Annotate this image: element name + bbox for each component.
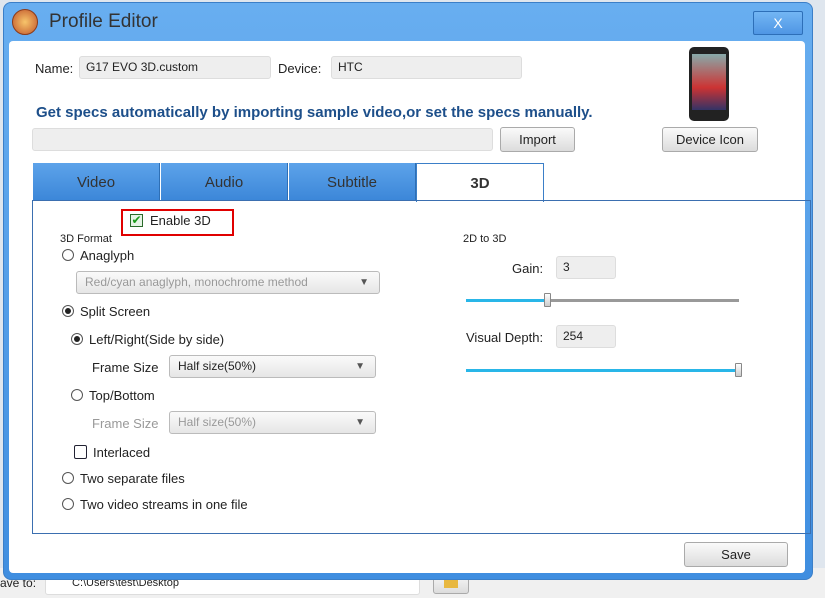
tb-frame-size-select[interactable]: Half size(50%) ▼: [169, 411, 376, 434]
device-label: Device:: [278, 61, 322, 76]
anaglyph-label: Anaglyph: [80, 248, 135, 263]
top-bottom-label: Top/Bottom: [89, 388, 155, 403]
left-right-radio[interactable]: [71, 333, 83, 345]
gain-label: Gain:: [512, 261, 544, 276]
import-button[interactable]: Import: [500, 127, 575, 152]
anaglyph-radio[interactable]: [62, 249, 74, 261]
visual-depth-slider[interactable]: [466, 363, 742, 377]
anaglyph-method-value: Red/cyan anaglyph, monochrome method: [85, 275, 308, 289]
gain-field[interactable]: 3: [556, 256, 616, 279]
interlaced-checkbox[interactable]: [74, 445, 87, 459]
gain-slider[interactable]: [466, 293, 739, 307]
name-field[interactable]: G17 EVO 3D.custom: [79, 56, 271, 79]
gain-slider-fill: [466, 299, 548, 302]
tb-frame-size-value: Half size(50%): [178, 415, 257, 429]
two-files-label: Two separate files: [80, 471, 185, 486]
lr-frame-size-label: Frame Size: [92, 360, 159, 375]
two-streams-radio[interactable]: [62, 498, 74, 510]
depth-slider-fill: [466, 369, 739, 372]
app-logo-icon: [12, 9, 38, 35]
top-bottom-radio[interactable]: [71, 389, 83, 401]
import-headline: Get specs automatically by importing sam…: [36, 104, 593, 121]
gain-slider-thumb[interactable]: [543, 293, 551, 307]
device-field[interactable]: HTC: [331, 56, 522, 79]
left-right-label: Left/Right(Side by side): [89, 332, 225, 347]
save-button[interactable]: Save: [684, 542, 788, 567]
close-button[interactable]: X: [753, 11, 803, 35]
visual-depth-field[interactable]: 254: [556, 325, 616, 348]
tab-subtitle[interactable]: Subtitle: [289, 163, 416, 201]
name-label: Name:: [35, 61, 74, 76]
anaglyph-method-select[interactable]: Red/cyan anaglyph, monochrome method ▼: [76, 271, 380, 294]
device-icon-button[interactable]: Device Icon: [662, 127, 758, 152]
tab-video[interactable]: Video: [33, 163, 160, 201]
tab-audio[interactable]: Audio: [161, 163, 288, 201]
tb-frame-size-label: Frame Size: [92, 416, 159, 431]
split-screen-label: Split Screen: [80, 304, 151, 319]
enable-3d-label: Enable 3D: [150, 213, 211, 228]
chevron-down-icon: ▼: [355, 361, 365, 372]
3d-format-label: 3D Format: [60, 233, 112, 245]
chevron-down-icon: ▼: [355, 417, 365, 428]
tab-3d[interactable]: 3D: [416, 163, 544, 202]
enable-3d-checkbox[interactable]: ✔: [130, 214, 143, 227]
import-path-field[interactable]: [32, 128, 493, 151]
device-phone-icon: [689, 47, 729, 121]
chevron-down-icon: ▼: [359, 277, 369, 288]
interlaced-label: Interlaced: [93, 445, 151, 460]
two-streams-label: Two video streams in one file: [80, 497, 248, 512]
window-title: Profile Editor: [49, 11, 158, 32]
split-screen-radio[interactable]: [62, 305, 74, 317]
lr-frame-size-select[interactable]: Half size(50%) ▼: [169, 355, 376, 378]
two-files-radio[interactable]: [62, 472, 74, 484]
visual-depth-label: Visual Depth:: [466, 330, 544, 345]
2d-to-3d-label: 2D to 3D: [463, 233, 507, 245]
depth-slider-thumb[interactable]: [735, 363, 742, 377]
lr-frame-size-value: Half size(50%): [178, 359, 257, 373]
